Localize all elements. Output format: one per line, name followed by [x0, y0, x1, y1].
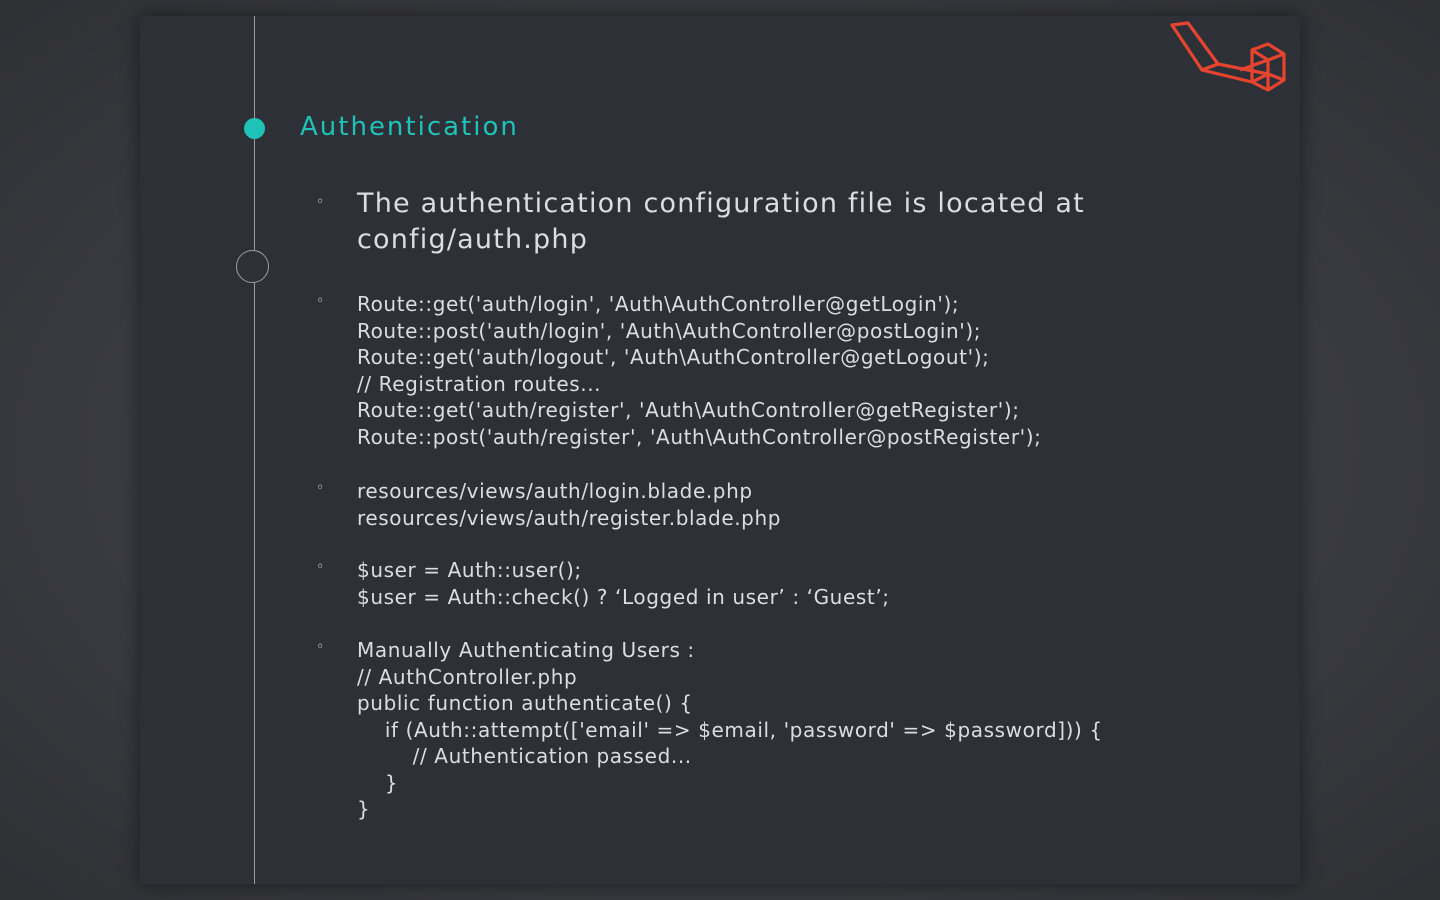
timeline-active-dot[interactable] [244, 118, 265, 139]
bullet-marker-icon: ◦ [316, 293, 325, 309]
slide: Authentication ◦ The authentication conf… [140, 16, 1300, 884]
laravel-logo-icon [1170, 21, 1286, 92]
timeline-line [254, 16, 255, 884]
slide-title: Authentication [300, 112, 519, 142]
bullet-marker-icon: ◦ [316, 639, 325, 655]
bullet-marker-icon: ◦ [316, 559, 325, 575]
code-block: Manually Authenticating Users : // AuthC… [357, 638, 1103, 821]
code-block: $user = Auth::user(); $user = Auth::chec… [357, 558, 890, 609]
bullet-marker-icon: ◦ [316, 194, 325, 210]
bullet-marker-icon: ◦ [316, 480, 325, 496]
timeline-next-dot[interactable] [236, 250, 269, 283]
code-block: Route::get('auth/login', 'Auth\AuthContr… [357, 292, 1042, 449]
bullet-text: The authentication configuration file is… [357, 188, 1085, 255]
code-block: resources/views/auth/login.blade.php res… [357, 479, 782, 530]
